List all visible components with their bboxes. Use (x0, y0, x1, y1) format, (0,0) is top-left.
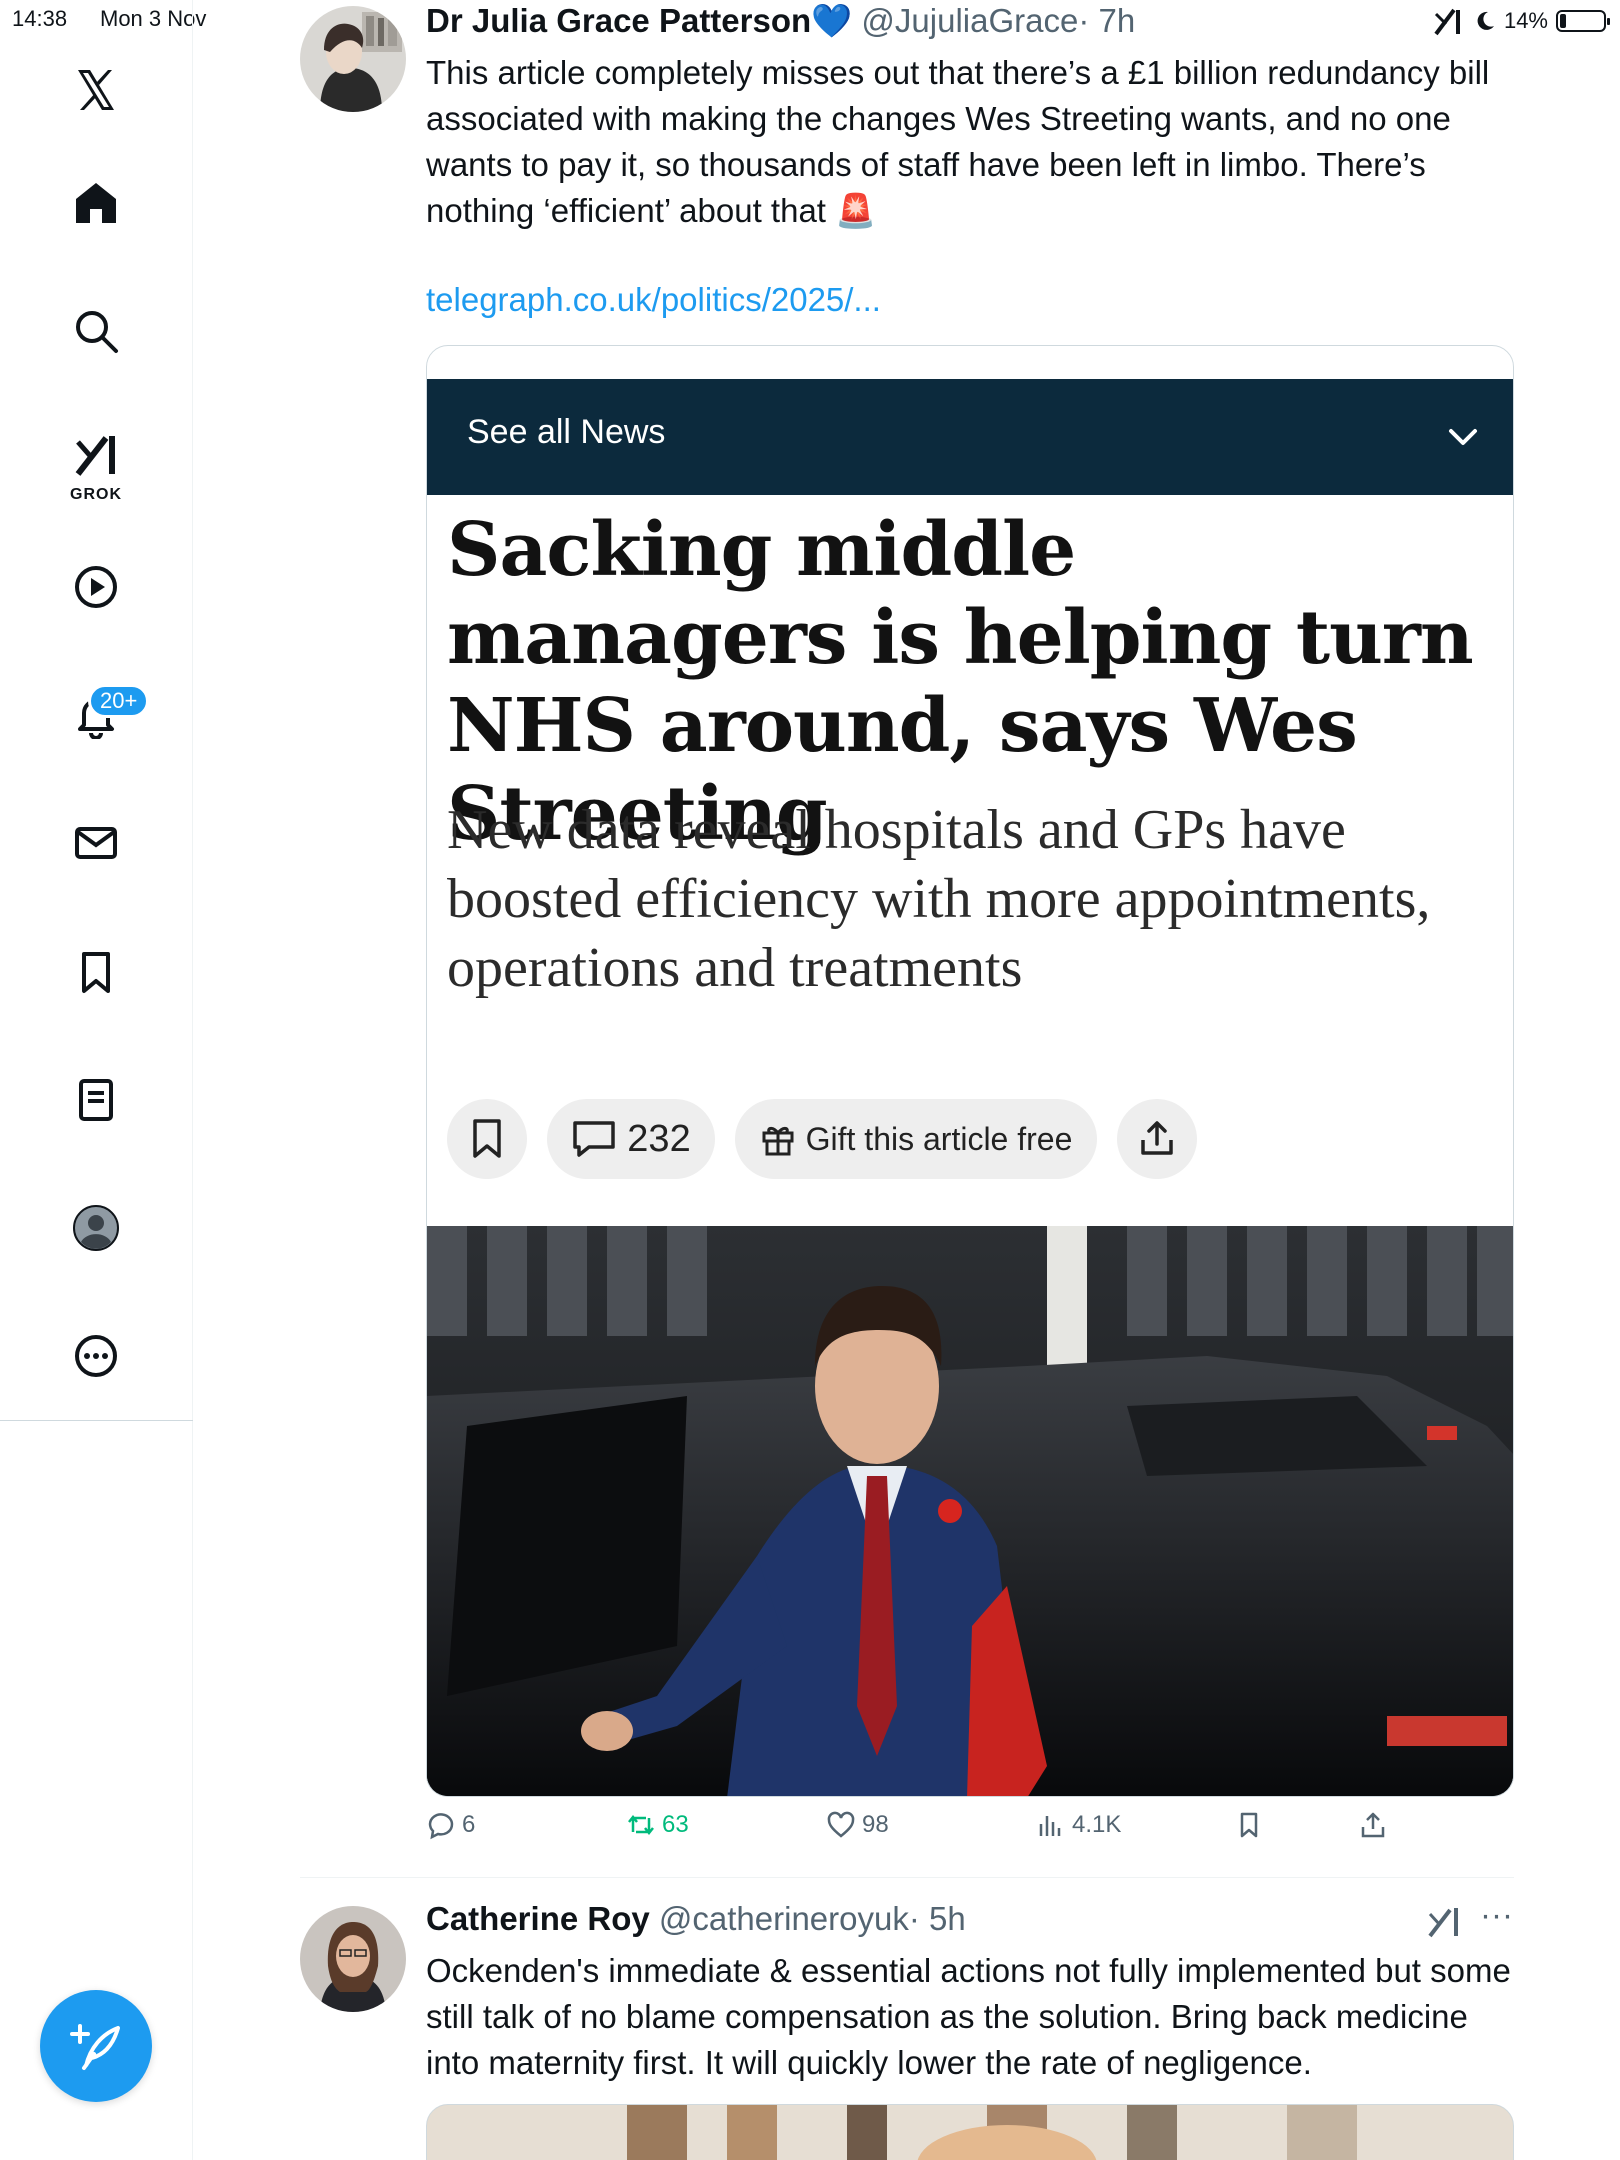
reply-button[interactable]: 6 (426, 1810, 475, 1840)
list-icon[interactable] (56, 1060, 136, 1140)
notification-badge: 20+ (88, 684, 150, 718)
tweet-header: Catherine Roy @catherineroyuk· 5h ··· (426, 1896, 1514, 1940)
reply-count: 6 (462, 1811, 476, 1838)
article-standfirst: New data reveal hospitals and GPs have b… (447, 799, 1431, 999)
battery-icon (1556, 10, 1610, 32)
video-play-icon[interactable] (56, 547, 136, 627)
share-icon (1141, 1121, 1173, 1155)
gift-article-label: Gift this article free (805, 1120, 1073, 1157)
like-count: 98 (862, 1811, 889, 1838)
tweet[interactable]: Dr Julia Grace Patterson💙 @JujuliaGrace·… (300, 0, 1514, 1877)
repost-icon (628, 1814, 654, 1836)
bookmark-icon (1240, 1812, 1258, 1838)
share-icon (1361, 1812, 1385, 1838)
compose-icon (70, 2024, 120, 2070)
heart-icon (827, 1811, 855, 1838)
bookmark-icon (473, 1119, 501, 1158)
author-handle[interactable]: @JujuliaGrace (861, 2, 1078, 39)
comment-count: 232 (627, 1117, 691, 1160)
tweet-time[interactable]: · 5h (909, 1900, 966, 1937)
save-article-button[interactable] (447, 1099, 527, 1179)
share-tweet-button[interactable] (1358, 1810, 1388, 1840)
chevron-down-icon (1449, 429, 1477, 445)
repost-button[interactable]: 63 (626, 1810, 689, 1840)
tweet[interactable]: Catherine Roy @catherineroyuk· 5h ··· Oc… (300, 1878, 1514, 2160)
article-actions: 232 Gift this article free (447, 1099, 1197, 1179)
reply-icon (428, 1813, 454, 1840)
article-link[interactable]: telegraph.co.uk/politics/2025/... (426, 281, 881, 319)
author-handle[interactable]: @catherineroyuk (659, 1900, 909, 1937)
search-icon[interactable] (56, 291, 136, 371)
comment-icon (573, 1121, 616, 1157)
see-all-news-label: See all News (467, 413, 666, 451)
like-button[interactable]: 98 (826, 1810, 889, 1840)
views-button[interactable]: 4.1K (1036, 1810, 1121, 1840)
bookmark-icon[interactable] (56, 932, 136, 1012)
author-name[interactable]: Catherine Roy (426, 1900, 650, 1937)
more-options-button[interactable]: ··· (1480, 1896, 1513, 1934)
author-name[interactable]: Dr Julia Grace Patterson💙 (426, 2, 852, 39)
gift-article-button[interactable]: Gift this article free (735, 1099, 1097, 1179)
tweet-stats: 6 63 98 4.1K (426, 1810, 1514, 1860)
views-icon (1039, 1816, 1061, 1836)
tweet-header: Dr Julia Grace Patterson💙 @JujuliaGrace·… (426, 2, 1135, 41)
comments-button[interactable]: 232 (547, 1099, 715, 1179)
tweet-time[interactable]: · 7h (1078, 2, 1135, 39)
tweet-text: This article completely misses out that … (426, 54, 1490, 229)
avatar[interactable] (300, 6, 406, 112)
tweet-text: Ockenden's immediate & essential actions… (426, 1952, 1511, 2081)
sidebar-divider (0, 1420, 193, 1421)
repost-count: 63 (662, 1811, 689, 1838)
see-all-news-bar[interactable]: See all News (427, 379, 1513, 495)
mail-icon[interactable] (56, 803, 136, 883)
link-card[interactable]: See all News Sacking middle managers is … (426, 345, 1514, 1797)
gift-icon (762, 1126, 794, 1156)
views-count: 4.1K (1072, 1811, 1122, 1838)
article-photo[interactable] (427, 1226, 1513, 1796)
grok-icon[interactable] (1426, 1904, 1462, 1940)
compose-button[interactable] (40, 1990, 152, 2102)
grok-label: GROK (70, 486, 122, 503)
more-icon[interactable] (56, 1316, 136, 1396)
profile-icon[interactable] (56, 1188, 136, 1268)
share-article-button[interactable] (1117, 1099, 1197, 1179)
tweet-media[interactable] (426, 2104, 1514, 2160)
bookmark-tweet-button[interactable] (1234, 1810, 1264, 1840)
grok-icon[interactable]: GROK (56, 418, 136, 508)
sidebar: GROK 20+ (0, 0, 193, 2160)
home-icon[interactable] (56, 163, 136, 243)
avatar[interactable] (300, 1906, 406, 2012)
x-logo-icon[interactable] (56, 50, 136, 130)
